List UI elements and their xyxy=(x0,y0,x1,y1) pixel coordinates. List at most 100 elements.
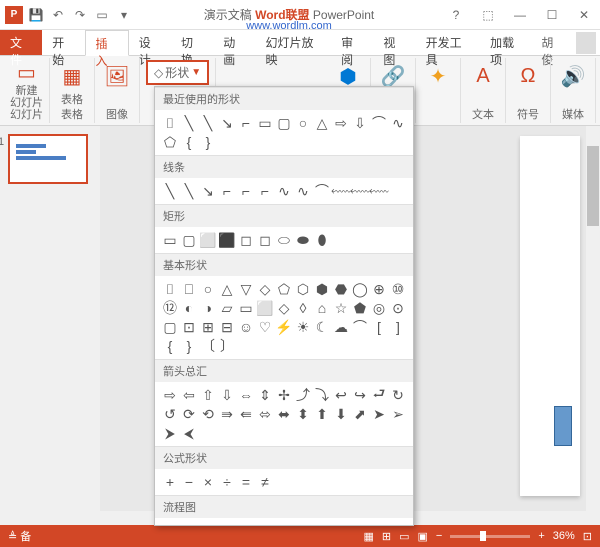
eq-neq-icon[interactable]: ≠ xyxy=(256,473,274,491)
basic28-icon[interactable]: ⊡ xyxy=(180,318,198,336)
zoom-level[interactable]: 36% xyxy=(553,530,575,542)
slideshow-icon[interactable]: ▭ xyxy=(92,5,112,25)
basic30-icon[interactable]: ⊟ xyxy=(218,318,236,336)
basic15-icon[interactable]: ◐ xyxy=(180,299,198,317)
basic40-icon[interactable]: { xyxy=(161,337,179,355)
basic8-icon[interactable]: ⬡ xyxy=(294,280,312,298)
arrow22-icon[interactable]: ⬆ xyxy=(313,405,331,423)
user-avatar-icon[interactable] xyxy=(576,32,596,54)
qat-more-icon[interactable]: ▾ xyxy=(114,5,134,25)
comment-icon[interactable]: ✦ xyxy=(422,60,454,92)
fit-window-icon[interactable]: ⊡ xyxy=(583,530,592,543)
basic38-icon[interactable]: [ xyxy=(370,318,388,336)
basic24-icon[interactable]: ⬟ xyxy=(351,299,369,317)
rect2-icon[interactable]: ▢ xyxy=(180,231,198,249)
basic6-icon[interactable]: ◇ xyxy=(256,280,274,298)
basic16-icon[interactable]: ◑ xyxy=(199,299,217,317)
media-icon[interactable]: 🔊 xyxy=(557,60,589,92)
basic35-icon[interactable]: ☾ xyxy=(313,318,331,336)
tab-file[interactable]: 文件 xyxy=(0,30,42,55)
basic41-icon[interactable]: } xyxy=(180,337,198,355)
basic26-icon[interactable]: ⊙ xyxy=(389,299,407,317)
basic3-icon[interactable]: ○ xyxy=(199,280,217,298)
fc6-icon[interactable]: ⬬ xyxy=(256,522,274,526)
arrow8-icon[interactable]: ⤴ xyxy=(294,386,312,404)
arrow21-icon[interactable]: ⬍ xyxy=(294,405,312,423)
shape-rbrace-icon[interactable]: } xyxy=(199,133,217,151)
arrow26-icon[interactable]: ➢ xyxy=(389,405,407,423)
user-name[interactable]: 胡俊 xyxy=(533,30,571,55)
shape-connector-icon[interactable]: ⌐ xyxy=(237,114,255,132)
basic20-icon[interactable]: ◇ xyxy=(275,299,293,317)
line9-icon[interactable]: ⌒ xyxy=(313,182,331,200)
arrow6-icon[interactable]: ⇕ xyxy=(256,386,274,404)
tab-design[interactable]: 设计 xyxy=(129,30,171,55)
basic2-icon[interactable]: ⎕ xyxy=(180,280,198,298)
fc3-icon[interactable]: ◇ xyxy=(199,522,217,526)
arrow3-icon[interactable]: ⇧ xyxy=(199,386,217,404)
arrow28-icon[interactable]: ⮜ xyxy=(180,424,198,442)
fc10-icon[interactable]: ○ xyxy=(332,522,350,526)
arrow13-icon[interactable]: ↻ xyxy=(389,386,407,404)
arrow16-icon[interactable]: ⟲ xyxy=(199,405,217,423)
line1-icon[interactable]: ╲ xyxy=(161,182,179,200)
arrow25-icon[interactable]: ➤ xyxy=(370,405,388,423)
basic10-icon[interactable]: ⬣ xyxy=(332,280,350,298)
rect8-icon[interactable]: ⬬ xyxy=(294,231,312,249)
basic42-icon[interactable]: 〔 xyxy=(199,337,217,355)
tab-addins[interactable]: 加载项 xyxy=(480,30,533,55)
close-icon[interactable]: ✕ xyxy=(572,5,596,25)
line6-icon[interactable]: ⌐ xyxy=(256,182,274,200)
basic13-icon[interactable]: ⑩ xyxy=(389,280,407,298)
basic18-icon[interactable]: ▭ xyxy=(237,299,255,317)
help-icon[interactable]: ? xyxy=(444,5,468,25)
view-reading-icon[interactable]: ▭ xyxy=(399,530,409,543)
arrow27-icon[interactable]: ⮞ xyxy=(161,424,179,442)
view-slideshow-icon[interactable]: ▣ xyxy=(417,530,427,543)
basic5-icon[interactable]: ▽ xyxy=(237,280,255,298)
line7-icon[interactable]: ∿ xyxy=(275,182,293,200)
shape-freeform-icon[interactable]: ⬠ xyxy=(161,133,179,151)
eq-mult-icon[interactable]: × xyxy=(199,473,217,491)
zoom-out-button[interactable]: − xyxy=(436,530,442,542)
vertical-scrollbar[interactable] xyxy=(586,126,600,525)
notes-button[interactable]: ≜ 备 xyxy=(8,528,31,544)
arrow17-icon[interactable]: ⇛ xyxy=(218,405,236,423)
minimize-icon[interactable]: — xyxy=(508,5,532,25)
line12-icon[interactable]: ⬳ xyxy=(370,182,388,200)
zoom-in-button[interactable]: + xyxy=(538,530,544,542)
slide-shape[interactable] xyxy=(554,406,572,446)
rect6-icon[interactable]: ◻ xyxy=(256,231,274,249)
rect3-icon[interactable]: ⬜ xyxy=(199,231,217,249)
slide-thumbnail[interactable]: 1 xyxy=(8,134,88,184)
shape-circle-icon[interactable]: ○ xyxy=(294,114,312,132)
arrow2-icon[interactable]: ⇦ xyxy=(180,386,198,404)
arrow11-icon[interactable]: ↪ xyxy=(351,386,369,404)
fc8-icon[interactable]: ⬮ xyxy=(294,522,312,526)
shape-line2-icon[interactable]: ╲ xyxy=(199,114,217,132)
shape-lbrace-icon[interactable]: { xyxy=(180,133,198,151)
shape-rect-icon[interactable]: ▭ xyxy=(256,114,274,132)
images-icon[interactable]: 🖼 xyxy=(101,60,133,92)
shape-arrowr-icon[interactable]: ⇨ xyxy=(332,114,350,132)
symbol-icon[interactable]: Ω xyxy=(512,60,544,92)
basic29-icon[interactable]: ⊞ xyxy=(199,318,217,336)
arrow12-icon[interactable]: ⮐ xyxy=(370,386,388,404)
line2-icon[interactable]: ╲ xyxy=(180,182,198,200)
eq-div-icon[interactable]: ÷ xyxy=(218,473,236,491)
table-icon[interactable]: ▦ xyxy=(56,60,88,92)
eq-eq-icon[interactable]: = xyxy=(237,473,255,491)
basic1-icon[interactable]: ⌷ xyxy=(161,280,179,298)
line11-icon[interactable]: ⬳ xyxy=(351,182,369,200)
arrow15-icon[interactable]: ⟳ xyxy=(180,405,198,423)
ribbon-display-icon[interactable]: ⬚ xyxy=(476,5,500,25)
undo-icon[interactable]: ↶ xyxy=(48,5,68,25)
arrow5-icon[interactable]: ⇔ xyxy=(237,386,255,404)
basic27-icon[interactable]: ▢ xyxy=(161,318,179,336)
shape-line-icon[interactable]: ╲ xyxy=(180,114,198,132)
shape-textbox-icon[interactable]: ⌷ xyxy=(161,114,179,132)
fc9-icon[interactable]: ⬟ xyxy=(313,522,331,526)
fc2-icon[interactable]: ▢ xyxy=(180,522,198,526)
basic36-icon[interactable]: ☁ xyxy=(332,318,350,336)
eq-minus-icon[interactable]: − xyxy=(180,473,198,491)
